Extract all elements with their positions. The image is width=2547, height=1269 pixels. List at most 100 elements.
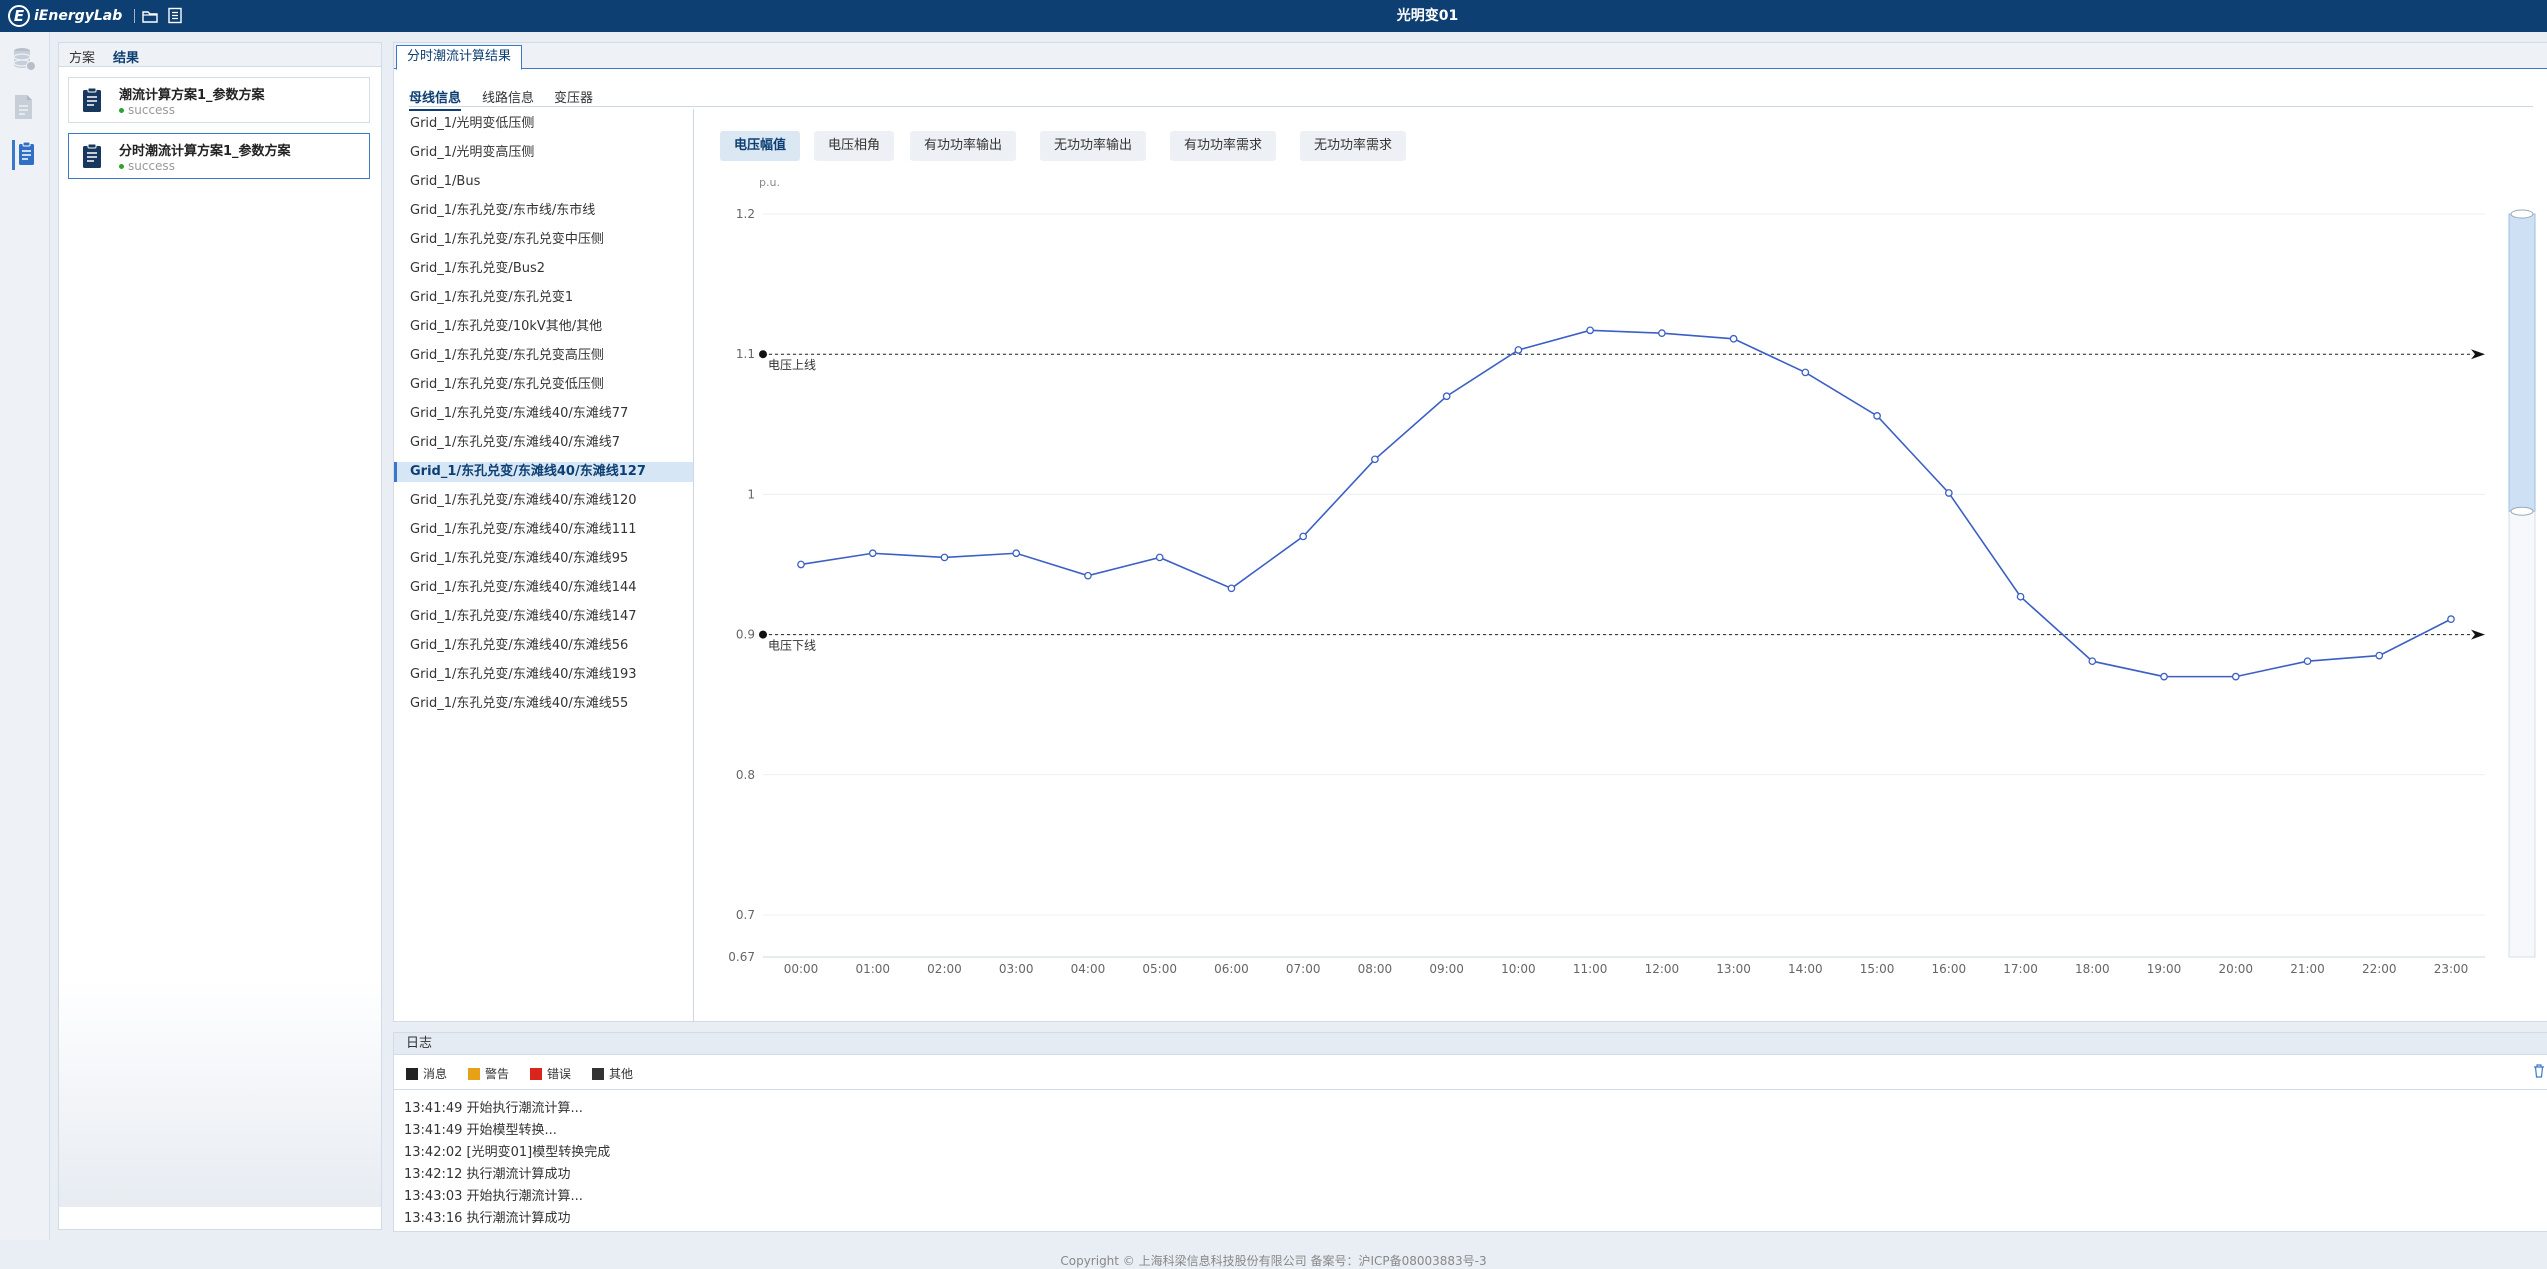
x-tick-label: 22:00 — [2362, 962, 2397, 976]
bus-item[interactable]: Grid_1/东孔兑变/东滩线40/东滩线111 — [394, 520, 693, 540]
tab-line-info[interactable]: 线路信息 — [482, 87, 534, 106]
filter-other[interactable]: 其他 — [592, 1065, 633, 1082]
x-tick-label: 16:00 — [1932, 962, 1967, 976]
data-point — [1012, 549, 1021, 558]
data-point — [1658, 329, 1666, 338]
bus-item[interactable]: Grid_1/东孔兑变/东孔兑变1 — [394, 288, 693, 308]
bus-item[interactable]: Grid_1/Bus — [394, 172, 693, 192]
metric-active-power-output-button[interactable]: 有功功率输出 — [910, 131, 1017, 161]
log-line: 13:42:02 [光明变01]模型转换完成 — [404, 1145, 611, 1160]
data-point — [2016, 592, 2025, 601]
main-tabstrip: 分时潮流计算结果 — [394, 43, 2547, 70]
result-report-icon[interactable] — [10, 140, 38, 170]
result-card[interactable]: 潮流计算方案1_参数方案 success — [68, 77, 370, 123]
bus-item[interactable]: Grid_1/东孔兑变/东滩线40/东滩线193 — [394, 665, 693, 685]
result-status: success — [128, 159, 175, 173]
filter-warning-swatch — [468, 1067, 480, 1080]
footer-copyright: Copyright © 上海科梁信息科技股份有限公司 备案号：沪ICP备0800… — [1060, 1254, 1487, 1268]
metric-reactive-power-demand-button[interactable]: 无功功率需求 — [1300, 131, 1407, 161]
tab-plan[interactable]: 方案 — [69, 47, 95, 66]
tab-time-series-result[interactable]: 分时潮流计算结果 — [396, 45, 523, 70]
bus-item[interactable]: Grid_1/东孔兑变/东滩线40/东滩线77 — [394, 404, 693, 424]
data-point — [2088, 657, 2097, 666]
left-rail — [0, 32, 50, 1240]
x-tick-label: 19:00 — [2147, 962, 2182, 976]
data-point — [940, 553, 949, 562]
data-point — [1155, 553, 1164, 562]
data-point — [2160, 672, 2168, 681]
report-icon — [83, 143, 101, 168]
result-card-active[interactable]: 分时潮流计算方案1_参数方案 success — [68, 133, 370, 179]
tab-transformer[interactable]: 变压器 — [554, 87, 593, 106]
metric-reactive-power-output-button[interactable]: 无功功率输出 — [1040, 131, 1147, 161]
title-bar: E iEnergyLab 光明变01 — [0, 0, 2547, 32]
x-tick-label: 12:00 — [1645, 962, 1680, 976]
x-tick-label: 23:00 — [2434, 962, 2469, 976]
x-tick-label: 04:00 — [1071, 962, 1106, 976]
main-panel: 分时潮流计算结果 母线信息 线路信息 变压器 Grid_1/光明变低压侧 Grid… — [393, 42, 2547, 1022]
bus-item[interactable]: Grid_1/东孔兑变/东孔兑变低压侧 — [394, 375, 693, 395]
bus-item[interactable]: Grid_1/东孔兑变/东滩线40/东滩线120 — [394, 491, 693, 511]
bus-item[interactable]: Grid_1/东孔兑变/东滩线40/东滩线147 — [394, 607, 693, 627]
bus-item[interactable]: Grid_1/东孔兑变/东孔兑变高压侧 — [394, 346, 693, 366]
result-status: success — [128, 103, 175, 117]
x-tick-label: 07:00 — [1286, 962, 1321, 976]
y-tick-label: 1 — [747, 487, 755, 501]
filter-error[interactable]: 错误 — [530, 1065, 571, 1082]
file-report-icon[interactable] — [10, 92, 38, 122]
data-point — [1442, 392, 1451, 401]
bus-item[interactable]: Grid_1/东孔兑变/东滩线40/东滩线144 — [394, 578, 693, 598]
tab-bus-info[interactable]: 母线信息 — [409, 87, 462, 111]
x-tick-label: 06:00 — [1214, 962, 1249, 976]
zoom-slider-handle[interactable] — [2510, 209, 2534, 219]
log-line: 13:43:16 执行潮流计算成功 — [404, 1211, 571, 1226]
zoom-slider-handle[interactable] — [2510, 506, 2534, 516]
bus-item[interactable]: Grid_1/东孔兑变/东滩线40/东滩线56 — [394, 636, 693, 656]
x-tick-label: 03:00 — [999, 962, 1034, 976]
status-dot — [119, 108, 124, 113]
filter-warning[interactable]: 警告 — [468, 1065, 509, 1082]
data-point — [2231, 672, 2240, 681]
window-title: 光明变01 — [1396, 8, 1459, 24]
filter-message[interactable]: 消息 — [406, 1065, 447, 1082]
data-point — [2447, 615, 2455, 623]
bus-item-selected[interactable]: Grid_1/东孔兑变/东滩线40/东滩线127 — [394, 462, 693, 482]
scheme-panel: 方案 结果 潮流计算方案1_参数方案 success 分时潮流计算方案1_参数方… — [58, 42, 382, 1230]
tab-result[interactable]: 结果 — [113, 47, 139, 66]
metric-active-power-demand-button[interactable]: 有功功率需求 — [1170, 131, 1277, 161]
log-divider — [394, 1089, 2547, 1090]
log-line: 13:41:49 开始模型转换... — [404, 1123, 557, 1138]
filter-label: 其他 — [609, 1067, 634, 1081]
bus-item[interactable]: Grid_1/东孔兑变/东孔兑变中压侧 — [394, 230, 693, 250]
bus-item[interactable]: Grid_1/东孔兑变/东市线/东市线 — [394, 201, 693, 221]
bus-item[interactable]: Grid_1/东孔兑变/东滩线40/东滩线95 — [394, 549, 693, 569]
filter-error-swatch — [530, 1067, 542, 1080]
result-name: 潮流计算方案1_参数方案 — [119, 88, 265, 103]
bus-item[interactable]: Grid_1/东孔兑变/Bus2 — [394, 259, 693, 279]
limit-line-start-marker — [759, 630, 767, 639]
data-point — [797, 560, 805, 569]
database-icon[interactable] — [10, 44, 38, 74]
data-point — [1299, 532, 1308, 541]
zoom-slider-window[interactable] — [2508, 213, 2536, 512]
x-tick-label: 20:00 — [2218, 962, 2253, 976]
limit-line-start-marker — [759, 350, 767, 359]
bus-item[interactable]: Grid_1/东孔兑变/东滩线40/东滩线7 — [394, 433, 693, 453]
data-point — [2303, 657, 2312, 666]
data-point — [1084, 571, 1092, 580]
data-point — [868, 549, 877, 558]
filter-other-swatch — [592, 1067, 604, 1080]
x-tick-label: 05:00 — [1142, 962, 1177, 976]
bus-item[interactable]: Grid_1/东孔兑变/东滩线40/东滩线55 — [394, 694, 693, 714]
x-tick-label: 17:00 — [2003, 962, 2038, 976]
metric-voltage-magnitude-button[interactable]: 电压幅值 — [720, 131, 801, 161]
bus-item[interactable]: Grid_1/光明变低压侧 — [394, 114, 693, 134]
filter-label: 消息 — [423, 1067, 448, 1081]
metric-voltage-angle-button[interactable]: 电压相角 — [814, 131, 895, 161]
trash-icon[interactable] — [2533, 1064, 2545, 1078]
log-panel: 日志 消息 警告 错误 其他 13:41:49 开始执行潮流计算... 13:41… — [393, 1032, 2547, 1232]
data-point — [1371, 455, 1379, 464]
x-tick-label: 01:00 — [855, 962, 890, 976]
bus-item[interactable]: Grid_1/光明变高压侧 — [394, 143, 693, 163]
bus-item[interactable]: Grid_1/东孔兑变/10kV其他/其他 — [394, 317, 693, 337]
